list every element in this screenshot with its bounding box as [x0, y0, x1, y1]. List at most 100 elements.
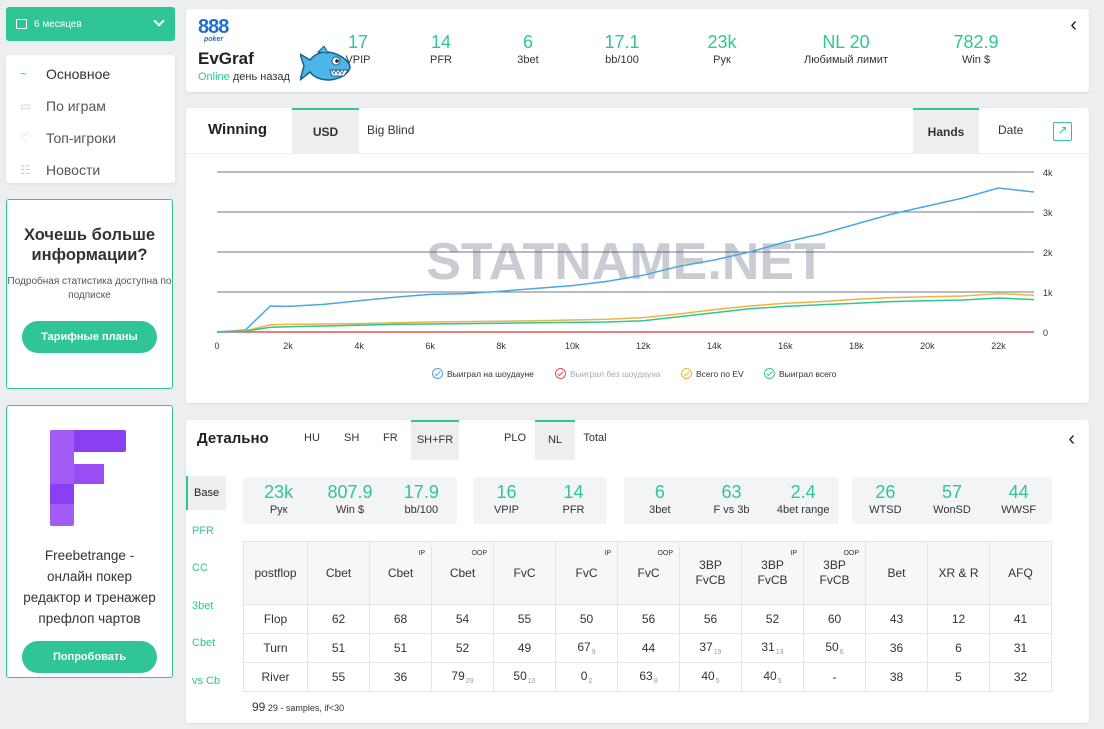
- sidebar-item-label: Топ-игроки: [46, 130, 116, 146]
- side-tab[interactable]: PFR: [186, 514, 226, 548]
- stat-box-item: 807.9 Win $: [320, 481, 380, 516]
- tab-big-blind[interactable]: Big Blind: [367, 108, 414, 154]
- tab-table-size[interactable]: SH+FR: [411, 420, 459, 460]
- legend-item[interactable]: Выиграл на шоудауне: [432, 368, 534, 379]
- side-tab[interactable]: Cbet: [186, 626, 226, 660]
- sample-count: 5: [715, 678, 720, 685]
- tariff-plans-button[interactable]: Тарифные планы: [22, 321, 157, 353]
- legend-label: Выиграл без шоудауна: [570, 368, 661, 379]
- header-stat: 17.1 bb/100: [577, 31, 667, 66]
- chevron-down-icon: [153, 15, 165, 27]
- x-tick-label: 0: [214, 341, 219, 351]
- sample-count: 9: [591, 649, 596, 656]
- detail-card: Детально HU SH FR SH+FR PLO NL Total ‹ Base PFR…: [186, 420, 1089, 723]
- side-tab[interactable]: vs Cb: [186, 664, 226, 698]
- side-tab[interactable]: 3bet: [186, 589, 226, 623]
- sidebar-item-2[interactable]: ♡ Топ-игроки: [6, 122, 175, 154]
- check-circle-icon: [681, 368, 692, 379]
- column-subscript: IP: [604, 550, 611, 557]
- stat-cell: 55: [493, 604, 556, 634]
- column-header: 3BP FvCB IP: [741, 541, 804, 605]
- stat-cell: 51: [369, 633, 432, 663]
- stat-box-item: 2.4 4bet range: [773, 481, 833, 516]
- header-stat: 23k Рук: [677, 31, 767, 66]
- stat-label: 3bet: [649, 504, 671, 516]
- stat-value: 17: [347, 32, 369, 52]
- stat-value: 16: [496, 482, 517, 502]
- stat-cell: 43: [865, 604, 928, 634]
- sidebar-item-1[interactable]: ▭ По играм: [6, 90, 175, 122]
- stat-box-item: 26 WTSD: [855, 481, 915, 516]
- stat-value: 2.4: [790, 482, 816, 502]
- tab-table-size[interactable]: SH: [344, 420, 359, 460]
- stat-value: 14: [563, 482, 584, 502]
- x-tick-label: 8k: [496, 341, 506, 351]
- x-tick-label: 10k: [565, 341, 580, 351]
- stat-value: 17.1: [604, 32, 640, 52]
- period-select[interactable]: 6 месяцев: [6, 7, 175, 41]
- expand-icon[interactable]: ↗: [1053, 122, 1072, 141]
- side-tab[interactable]: CC: [186, 551, 226, 585]
- sidebar-item-3[interactable]: ☷ Новости: [6, 154, 175, 186]
- stat-label: WonSD: [933, 504, 971, 516]
- column-header: 3BP FvCB: [679, 541, 742, 605]
- column-header: Cbet: [307, 541, 370, 605]
- stat-box: 6 3bet 63 F vs 3b 2.4 4bet range: [624, 477, 839, 524]
- sidebar-item-0[interactable]: ~ Основное: [6, 58, 175, 90]
- tab-usd[interactable]: USD: [292, 108, 359, 154]
- tab-game-type[interactable]: Total: [582, 420, 608, 460]
- stat-box-item: 14 PFR: [544, 481, 604, 516]
- sample-count: 6: [839, 649, 844, 656]
- stat-box-item: 16 VPIP: [477, 481, 537, 516]
- header-stat: 782.9 Win $: [931, 31, 1021, 66]
- tab-hands[interactable]: Hands: [913, 108, 979, 154]
- header-stat: 14 PFR: [396, 31, 486, 66]
- stat-cell: 38: [865, 662, 928, 692]
- sample-count: 29: [465, 678, 474, 685]
- calendar-icon: [16, 19, 27, 29]
- stat-value: 26: [875, 482, 896, 502]
- street-cell: River: [243, 662, 308, 692]
- tab-date[interactable]: Date: [998, 108, 1023, 154]
- stat-cell: 31: [989, 633, 1052, 663]
- tab-game-type[interactable]: NL: [535, 420, 575, 460]
- player-nick: EvGraf: [198, 49, 254, 68]
- legend-item[interactable]: Выиграл без шоудауна: [555, 368, 661, 379]
- samples-note: 99 29 - samples, if<30: [252, 700, 345, 714]
- chart-title: Winning: [208, 121, 268, 138]
- stat-box: 26 WTSD 57 WonSD 44 WWSF: [852, 477, 1052, 524]
- legend-item[interactable]: Выиграл всего: [764, 368, 836, 379]
- stat-label: Win $: [961, 54, 991, 66]
- stat-box-item: 23k Рук: [249, 481, 309, 516]
- legend-item[interactable]: Всего по EV: [681, 368, 744, 379]
- x-tick-label: 6k: [425, 341, 435, 351]
- x-tick-label: 12k: [636, 341, 651, 351]
- column-subscript: OOP: [843, 550, 859, 557]
- winning-chart-card: Winning USD Big Blind Hands Date ↗ STATN…: [186, 108, 1089, 403]
- side-tab[interactable]: Base: [186, 476, 226, 510]
- stat-cell: 5: [927, 662, 990, 692]
- stat-value: 782.9: [953, 32, 999, 52]
- stat-label: PFR: [430, 54, 452, 66]
- stat-cell: -: [803, 662, 866, 692]
- stat-value: 6: [654, 482, 665, 502]
- tab-table-size[interactable]: HU: [303, 420, 321, 460]
- stat-value: 44: [1008, 482, 1029, 502]
- sidebar-item-label: Основное: [46, 66, 111, 82]
- stat-box-item: 44 WWSF: [989, 481, 1049, 516]
- x-tick-label: 20k: [920, 341, 935, 351]
- tab-game-type[interactable]: PLO: [504, 420, 526, 460]
- stat-label: VPIP: [493, 504, 520, 516]
- stat-cell: 405: [679, 662, 742, 692]
- pulse-icon: ~: [20, 67, 28, 81]
- tab-table-size[interactable]: FR: [383, 420, 398, 460]
- stat-cell: 52: [431, 633, 494, 663]
- collapse-arrow-icon[interactable]: ‹: [1068, 428, 1075, 451]
- stat-value: 14: [430, 32, 452, 52]
- column-header: Bet: [865, 541, 928, 605]
- street-cell: Turn: [243, 633, 308, 663]
- try-button[interactable]: Попробовать: [22, 641, 157, 673]
- collapse-arrow-icon[interactable]: ‹: [1070, 14, 1077, 37]
- column-header: FvC OOP: [617, 541, 680, 605]
- stat-value: 17.9: [403, 482, 439, 502]
